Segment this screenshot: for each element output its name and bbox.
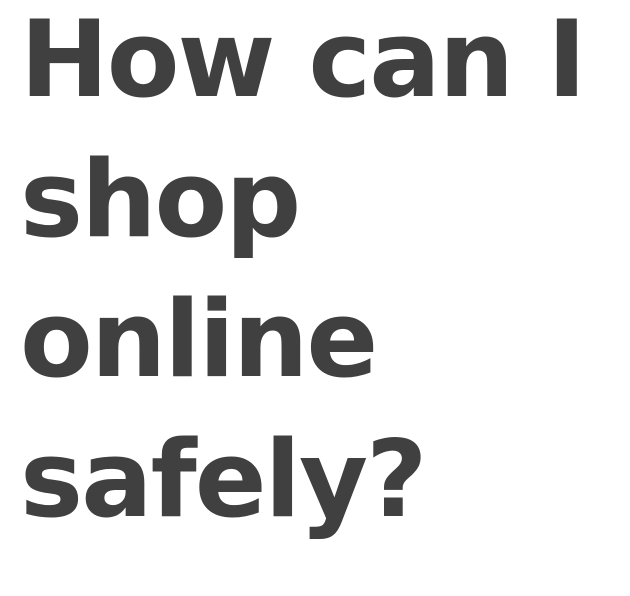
- headline-line: How can I: [20, 0, 587, 121]
- headline-line: safely?: [20, 418, 428, 541]
- page: How can I shop online safely?: [0, 0, 630, 583]
- headline: How can I shop online safely?: [20, 0, 630, 553]
- headline-line: online: [20, 278, 378, 401]
- headline-line: shop: [20, 138, 301, 261]
